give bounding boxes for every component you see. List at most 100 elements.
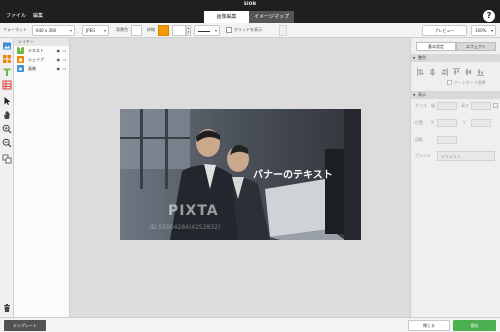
blend-select[interactable]: デフォルト xyxy=(437,151,495,161)
layers-header: レイヤー xyxy=(14,38,69,46)
align-center-v-icon[interactable] xyxy=(465,68,472,76)
preview-button[interactable]: プレビュー xyxy=(422,25,467,36)
pixta-watermark-id: ID:55004284(4252832) xyxy=(150,224,221,231)
display-section-title: 表示 xyxy=(418,92,426,97)
image-layer-icon: ▣ xyxy=(17,65,24,72)
blend-value: デフォルト xyxy=(441,154,461,159)
properties-panel: 基本設定 エフェクト ▼ 整列 アートボード基準 ▼ 表示 サイズ 幅 高さ 位… xyxy=(410,38,500,317)
frame-color-swatch[interactable] xyxy=(158,25,169,36)
bg-color-label: 背景色 xyxy=(116,27,128,32)
template-button[interactable]: テンプレート xyxy=(4,320,46,331)
width-label: 幅 xyxy=(431,103,435,108)
grid-size-stepper[interactable] xyxy=(279,25,287,36)
lock-icon[interactable]: ▫ xyxy=(63,64,66,73)
select-cursor-icon[interactable] xyxy=(2,96,12,106)
type-select[interactable]: JPEG ▾ xyxy=(82,25,109,36)
tab-image-edit[interactable]: 画像編集 xyxy=(204,11,249,23)
rotate-input[interactable] xyxy=(437,136,457,144)
layer-label: 画像 xyxy=(28,66,36,71)
layer-order-icon[interactable] xyxy=(2,154,12,164)
table-tool-icon[interactable] xyxy=(2,80,12,90)
frame-label: 枠線 xyxy=(147,27,155,32)
x-input[interactable] xyxy=(437,119,457,127)
help-icon[interactable]: ? xyxy=(483,10,495,22)
bg-color-swatch[interactable] xyxy=(131,25,142,36)
layer-label: テキスト xyxy=(28,48,44,53)
height-label: 高さ xyxy=(461,103,469,108)
mode-tabs: 画像編集 イメージマップ xyxy=(204,11,294,23)
tool-column xyxy=(0,38,14,317)
tab-effects[interactable]: エフェクト xyxy=(456,42,496,51)
layers-panel: レイヤー T テキスト ◉ ▫ ■ シェイプ ◉ ▫ ▣ 画像 ◉ ▫ xyxy=(14,38,70,317)
frame-width-stepper[interactable]: ▴ ▾ xyxy=(186,25,191,36)
chevron-down-icon: ▾ xyxy=(103,28,106,33)
menu-edit[interactable]: 編集 xyxy=(33,12,43,19)
zoom-select[interactable]: 100% ▾ xyxy=(471,25,496,36)
artboard-checkbox[interactable] xyxy=(447,80,452,85)
tab-image-map[interactable]: イメージマップ xyxy=(249,11,294,23)
collapse-triangle-icon: ▼ xyxy=(413,93,416,97)
pixta-watermark: PIXTA xyxy=(168,203,219,219)
app-brand: SION xyxy=(243,1,257,6)
chevron-down-icon: ▾ xyxy=(490,28,493,33)
eye-icon[interactable]: ◉ xyxy=(57,46,61,55)
close-button[interactable]: 閉じる xyxy=(408,320,450,331)
position-label: 位置 xyxy=(415,120,423,125)
menu-file[interactable]: ファイル xyxy=(6,12,26,19)
layer-item-text[interactable]: T テキスト ◉ ▫ xyxy=(14,46,69,55)
chevron-down-icon: ▾ xyxy=(214,28,217,33)
align-section-header[interactable]: ▼ 整列 xyxy=(411,54,500,62)
shape-layer-icon: ■ xyxy=(17,56,24,63)
layer-item-shape[interactable]: ■ シェイプ ◉ ▫ xyxy=(14,55,69,64)
tab-basic-settings[interactable]: 基本設定 xyxy=(416,42,456,51)
align-top-icon[interactable] xyxy=(453,68,460,76)
align-bottom-icon[interactable] xyxy=(477,68,484,76)
eye-icon[interactable]: ◉ xyxy=(57,55,61,64)
banner-canvas[interactable]: バナーのテキスト PIXTA ID:55004284(4252832) xyxy=(120,109,361,240)
height-input[interactable] xyxy=(471,102,491,110)
shape-tool-icon[interactable] xyxy=(2,54,12,64)
rotate-label: 回転 xyxy=(415,137,423,142)
align-left-icon[interactable] xyxy=(417,68,424,76)
banner-text[interactable]: バナーのテキスト xyxy=(253,166,333,181)
width-input[interactable] xyxy=(437,102,457,110)
line-style-icon xyxy=(198,31,210,32)
hand-tool-icon[interactable] xyxy=(2,110,12,120)
align-section-title: 整列 xyxy=(418,55,426,60)
align-center-h-icon[interactable] xyxy=(429,68,436,76)
blend-label: ブレンド xyxy=(415,153,431,158)
size-label: サイズ xyxy=(415,103,427,108)
frame-width-input[interactable] xyxy=(172,25,186,36)
trash-icon[interactable] xyxy=(2,303,12,313)
bottom-bar: テンプレート 閉じる 保存 xyxy=(0,317,500,332)
collapse-triangle-icon: ▼ xyxy=(413,56,416,60)
align-buttons xyxy=(417,68,484,76)
y-label: Y xyxy=(463,120,466,125)
x-label: X xyxy=(431,120,434,125)
properties-tabs: 基本設定 エフェクト xyxy=(416,42,496,51)
type-select-value: JPEG xyxy=(86,28,96,33)
image-tool-icon[interactable] xyxy=(2,41,12,51)
size-select-value: 640 x 360 xyxy=(36,28,57,33)
line-style-select[interactable]: ▾ xyxy=(194,25,220,36)
text-tool-icon[interactable] xyxy=(2,67,12,77)
menu-bar: ファイル 編集 xyxy=(6,12,43,19)
zoom-out-icon[interactable] xyxy=(2,138,12,148)
save-button[interactable]: 保存 xyxy=(453,320,496,331)
top-bar: SION ファイル 編集 画像編集 イメージマップ ? xyxy=(0,0,500,23)
align-right-icon[interactable] xyxy=(441,68,448,76)
lock-icon[interactable]: ▫ xyxy=(63,55,66,64)
layer-label: シェイプ xyxy=(28,57,44,62)
lock-icon[interactable]: ▫ xyxy=(63,46,66,55)
layer-item-image[interactable]: ▣ 画像 ◉ ▫ xyxy=(14,64,69,73)
zoom-in-icon[interactable] xyxy=(2,124,12,134)
zoom-value: 100% xyxy=(475,28,487,33)
grid-checkbox[interactable] xyxy=(226,27,232,33)
size-select[interactable]: 640 x 360 ▾ xyxy=(32,25,75,36)
eye-icon[interactable]: ◉ xyxy=(57,64,61,73)
text-layer-icon: T xyxy=(17,47,24,54)
grid-label: グリッドを表示 xyxy=(234,27,262,32)
aspect-lock-icon[interactable] xyxy=(493,103,498,108)
y-input[interactable] xyxy=(471,119,491,127)
display-section-header[interactable]: ▼ 表示 xyxy=(411,91,500,99)
